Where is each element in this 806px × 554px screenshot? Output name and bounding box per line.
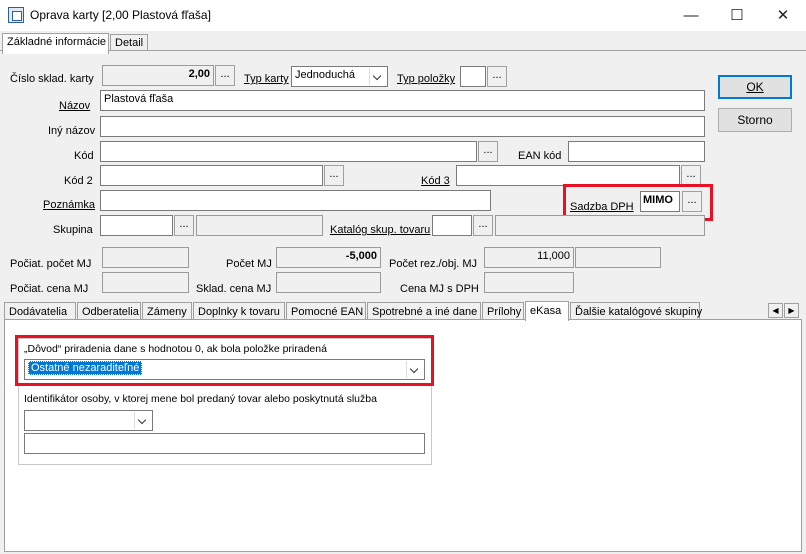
typ-polozky-ellipsis-button[interactable]: ...: [487, 66, 507, 87]
pocat-pocet-label: Počiat. počet MJ: [10, 258, 92, 270]
typ-polozky-label: Typ položky: [397, 73, 456, 85]
typ-karty-value: Jednoduchá: [295, 69, 355, 81]
skupina-field[interactable]: [100, 215, 173, 236]
tab-ekasa[interactable]: eKasa: [525, 301, 569, 321]
cena-dph-label: Cena MJ s DPH: [400, 283, 479, 295]
pocat-cena-label: Počiat. cena MJ: [10, 283, 89, 295]
kod-field[interactable]: [100, 141, 477, 162]
tab-pomocne-ean[interactable]: Pomocné EAN: [286, 302, 366, 320]
nazov-label: Názov: [59, 100, 91, 112]
skupina-ellipsis-button[interactable]: ...: [174, 215, 194, 236]
title-bar: Oprava karty [2,00 Plastová fľaša] — ☐ ✕: [0, 0, 806, 31]
pocet-rez-field: 11,000: [484, 247, 574, 268]
tab-dalsie-katalogove-skupiny[interactable]: Ďalšie katalógové skupiny: [570, 302, 702, 320]
skupina-name-field: [196, 215, 323, 236]
kod2-field[interactable]: [100, 165, 323, 186]
tab-doplnky[interactable]: Doplnky k tovaru: [193, 302, 285, 320]
kod3-ellipsis-button[interactable]: ...: [681, 165, 701, 186]
cislo-field[interactable]: 2,00: [102, 65, 214, 86]
sub-tabs: Dodávatelia Odberatelia Zámeny Doplnky k…: [4, 301, 804, 321]
skupina-label: Skupina: [53, 224, 93, 236]
kod2-label: Kód 2: [64, 175, 93, 187]
katalog-name-field: [495, 215, 705, 236]
sklad-cena-label: Sklad. cena MJ: [196, 283, 272, 295]
storno-button[interactable]: Storno: [718, 108, 792, 132]
katalog-field[interactable]: [432, 215, 472, 236]
kod2-ellipsis-button[interactable]: ...: [324, 165, 344, 186]
ean-field[interactable]: [568, 141, 705, 162]
katalog-label: Katalóg skup. tovaru: [330, 224, 431, 236]
nazov-field[interactable]: Plastová fľaša: [100, 90, 705, 111]
pocet-field: -5,000: [276, 247, 381, 268]
cislo-label: Číslo sklad. karty: [10, 73, 94, 85]
tab-zameny[interactable]: Zámeny: [142, 302, 192, 320]
identifikator-field[interactable]: [24, 433, 425, 454]
pocet-label: Počet MJ: [226, 258, 272, 270]
ean-label: EAN kód: [518, 150, 562, 162]
kod-label: Kód: [74, 150, 94, 162]
dovod-highlight: [15, 335, 434, 386]
typ-polozky-field[interactable]: [460, 66, 486, 87]
katalog-ellipsis-button[interactable]: ...: [473, 215, 493, 236]
tab-zakladne-informacie[interactable]: Základné informácie: [2, 33, 109, 54]
top-tabs: Základné informácie Detail: [0, 31, 806, 54]
pocet-rez-label: Počet rez./obj. MJ: [389, 258, 478, 270]
tab-spotrebne-dane[interactable]: Spotrebné a iné dane: [367, 302, 481, 320]
chevron-down-icon: [369, 68, 386, 85]
kod3-label: Kód 3: [421, 175, 450, 187]
typ-karty-label: Typ karty: [244, 73, 289, 85]
tab-scroll-left-icon[interactable]: ◀: [768, 303, 783, 318]
minimize-button[interactable]: —: [668, 0, 714, 31]
cislo-ellipsis-button[interactable]: ...: [215, 65, 235, 86]
pocat-cena-field: [102, 272, 189, 293]
tab-scroll-right-icon[interactable]: ▶: [784, 303, 799, 318]
iny-nazov-label: Iný názov: [48, 125, 96, 137]
identifikator-label: Identifikátor osoby, v ktorej mene bol p…: [24, 393, 377, 405]
kod-ellipsis-button[interactable]: ...: [478, 141, 498, 162]
tab-prilohy[interactable]: Prílohy: [482, 302, 524, 320]
close-button[interactable]: ✕: [760, 0, 806, 31]
maximize-button[interactable]: ☐: [714, 0, 760, 31]
window-title: Oprava karty [2,00 Plastová fľaša]: [30, 8, 211, 22]
chevron-down-icon: [134, 412, 151, 429]
tab-odberatelia[interactable]: Odberatelia: [77, 302, 141, 320]
sklad-cena-field: [276, 272, 381, 293]
identifikator-select[interactable]: [24, 410, 153, 431]
iny-nazov-field[interactable]: [100, 116, 705, 137]
tab-dodavatelia[interactable]: Dodávatelia: [4, 302, 76, 320]
pocat-pocet-field: [102, 247, 189, 268]
ok-button[interactable]: OK: [718, 75, 792, 99]
pocet-rez-extra-field: [575, 247, 661, 268]
cena-dph-field: [484, 272, 574, 293]
poznamka-label: Poznámka: [43, 199, 95, 211]
kod3-field[interactable]: [456, 165, 680, 186]
app-icon: [8, 7, 24, 23]
typ-karty-select[interactable]: Jednoduchá: [291, 66, 388, 87]
poznamka-field[interactable]: [100, 190, 491, 211]
